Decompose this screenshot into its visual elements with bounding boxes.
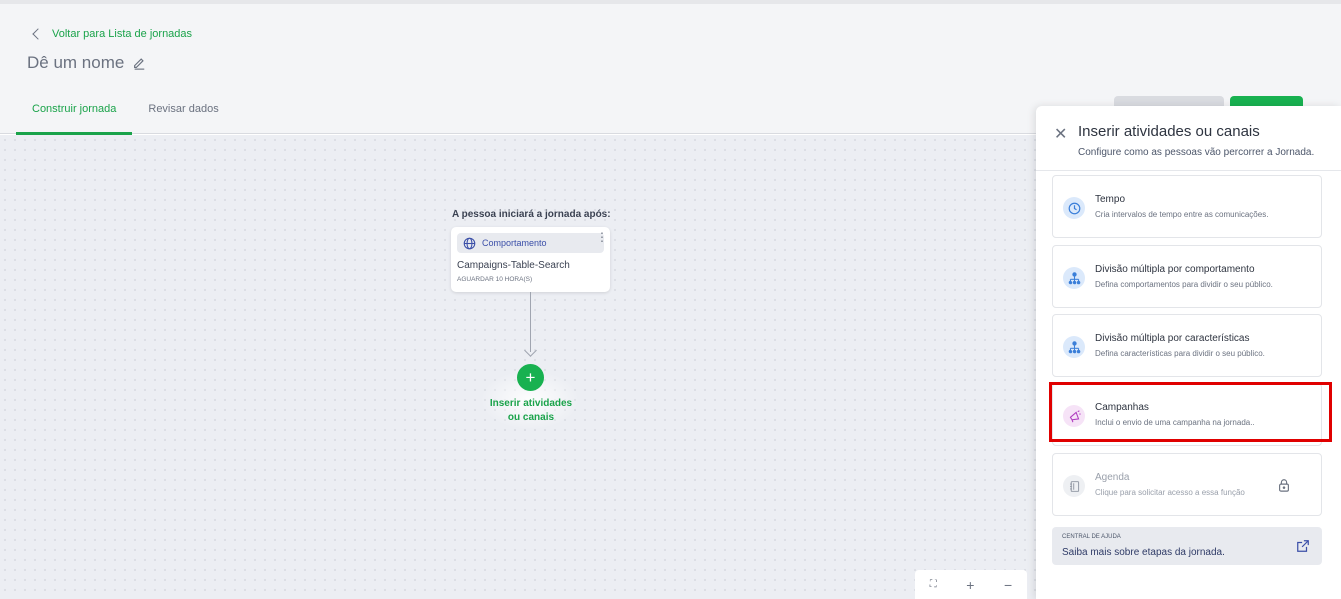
- option-description: Defina características para dividir o se…: [1095, 349, 1265, 358]
- option-title: Tempo: [1095, 194, 1126, 205]
- option-divisao-comportamento[interactable]: Divisão múltipla por comportamento Defin…: [1052, 245, 1322, 308]
- journey-name[interactable]: Dê um nome: [27, 53, 146, 73]
- kebab-menu-icon[interactable]: ⋮: [596, 231, 608, 243]
- panel-divider: [1036, 170, 1341, 171]
- fit-view-icon[interactable]: ⛶: [930, 579, 937, 590]
- tab-bar: Construir jornada Revisar dados: [16, 90, 235, 135]
- option-description: Cria intervalos de tempo entre as comuni…: [1095, 210, 1269, 219]
- help-center-link[interactable]: CENTRAL DE AJUDA Saiba mais sobre etapas…: [1052, 527, 1322, 565]
- pencil-icon[interactable]: [132, 56, 146, 70]
- option-tempo[interactable]: Tempo Cria intervalos de tempo entre as …: [1052, 175, 1322, 238]
- add-label-line2: ou canais: [507, 412, 555, 423]
- zoom-in-icon[interactable]: +: [966, 577, 974, 593]
- zoom-controls: ⛶ + −: [915, 570, 1027, 599]
- chevron-left-icon: [32, 28, 44, 40]
- clock-icon: [1063, 197, 1085, 219]
- option-title: Divisão múltipla por comportamento: [1095, 264, 1255, 275]
- add-activity-label[interactable]: Inserir atividades ou canais: [481, 397, 581, 425]
- panel-subtitle: Configure como as pessoas vão percorrer …: [1078, 147, 1315, 158]
- add-activity-button[interactable]: +: [517, 364, 544, 391]
- panel-title: Inserir atividades ou canais: [1078, 123, 1260, 140]
- option-title: Agenda: [1095, 472, 1130, 483]
- option-agenda[interactable]: Agenda Clique para solicitar acesso a es…: [1052, 453, 1322, 516]
- split-icon: [1063, 336, 1085, 358]
- node-tag: Comportamento: [457, 233, 604, 253]
- option-description: Clique para solicitar acesso a essa funç…: [1095, 488, 1245, 497]
- help-text: Saiba mais sobre etapas da jornada.: [1062, 547, 1225, 558]
- external-link-icon: [1297, 540, 1309, 552]
- node-subtitle: AGUARDAR 10 HORA(S): [457, 276, 533, 283]
- help-tag: CENTRAL DE AJUDA: [1062, 534, 1121, 540]
- highlight-box: [1049, 382, 1332, 442]
- node-tag-label: Comportamento: [482, 238, 547, 248]
- back-link-label: Voltar para Lista de jornadas: [52, 28, 193, 40]
- start-label: A pessoa iniciará a jornada após:: [452, 209, 611, 220]
- insert-activities-panel: ✕ Inserir atividades ou canais Configure…: [1036, 106, 1341, 599]
- add-label-line1: Inserir atividades: [489, 398, 573, 409]
- journey-name-text: Dê um nome: [27, 53, 125, 72]
- option-title: Divisão múltipla por características: [1095, 333, 1250, 344]
- lock-icon: [1279, 479, 1289, 492]
- split-icon: [1063, 267, 1085, 289]
- zoom-out-icon[interactable]: −: [1004, 577, 1012, 593]
- tab-construir-jornada[interactable]: Construir jornada: [16, 90, 133, 135]
- plus-icon: +: [525, 367, 536, 387]
- close-icon[interactable]: ✕: [1054, 124, 1067, 144]
- option-description: Defina comportamentos para dividir o seu…: [1095, 280, 1273, 289]
- option-divisao-caracteristicas[interactable]: Divisão múltipla por características Def…: [1052, 314, 1322, 377]
- globe-icon: [463, 237, 476, 249]
- node-title: Campaigns-Table-Search: [457, 260, 570, 271]
- tab-revisar-dados[interactable]: Revisar dados: [132, 90, 234, 135]
- trigger-node[interactable]: Comportamento ⋮ Campaigns-Table-Search A…: [451, 227, 610, 292]
- agenda-icon: [1063, 475, 1085, 497]
- back-link[interactable]: Voltar para Lista de jornadas: [30, 28, 192, 40]
